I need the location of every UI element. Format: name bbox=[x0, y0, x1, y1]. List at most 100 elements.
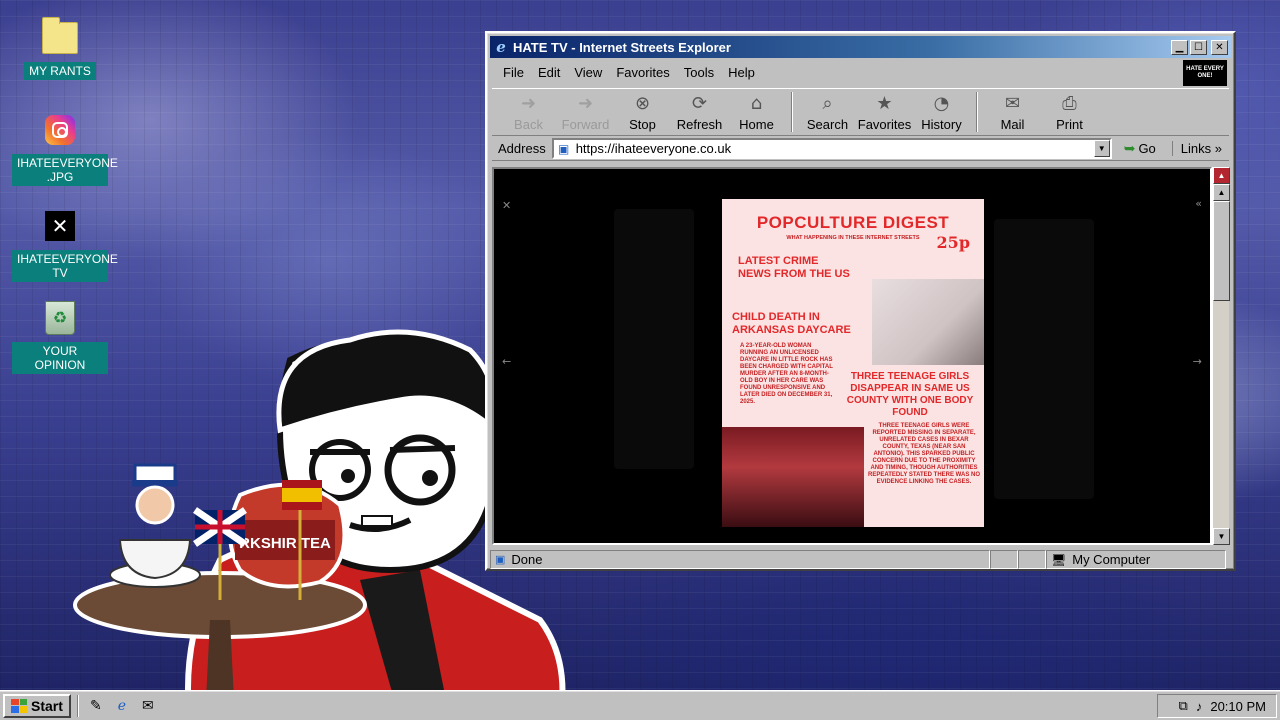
status-cell bbox=[990, 550, 1018, 569]
embedded-browser-strip bbox=[494, 169, 1210, 193]
show-desktop-icon[interactable]: ✎ bbox=[85, 695, 107, 717]
security-zone: My Computer bbox=[1072, 552, 1151, 567]
windows-logo-icon bbox=[11, 698, 27, 713]
article-daycare-text: A 23-YEAR-OLD WOMAN RUNNING AN UNLICENSE… bbox=[740, 343, 833, 405]
close-button[interactable]: ✕ bbox=[1211, 39, 1228, 55]
address-input[interactable]: ▣ https://ihateeveryone.co.uk ▼ bbox=[551, 138, 1112, 159]
refresh-label: Refresh bbox=[676, 117, 723, 132]
search-button[interactable]: ⌕ Search bbox=[799, 92, 856, 133]
brand-logo: HATE EVERY ONE! bbox=[1183, 60, 1227, 86]
favorites-folder-icon: ★ bbox=[876, 92, 893, 114]
back-button[interactable]: ➜ Back bbox=[500, 92, 557, 133]
security-zone-cell: 🖥 My Computer bbox=[1046, 550, 1226, 569]
browser-window: e HATE TV - Internet Streets Explorer ▁ … bbox=[485, 31, 1236, 571]
forward-arrow-icon: ➜ bbox=[577, 92, 594, 114]
previous-arrow-icon[interactable]: ← bbox=[502, 355, 511, 368]
volume-icon[interactable]: ♪ bbox=[1196, 699, 1203, 714]
stop-icon: ⊗ bbox=[634, 92, 651, 114]
address-dropdown-button[interactable]: ▼ bbox=[1093, 140, 1110, 157]
desktop-icon-ihateeveryone-jpg[interactable]: IHATEEVERYONE .JPG bbox=[12, 112, 118, 186]
headline-crime-news: LATEST CRIME NEWS FROM THE US bbox=[738, 255, 850, 280]
print-button[interactable]: ⎙ Print bbox=[1041, 92, 1098, 133]
outlook-icon[interactable]: ✉ bbox=[137, 695, 159, 717]
menu-file[interactable]: File bbox=[496, 65, 531, 80]
dimmed-sidebar bbox=[614, 209, 694, 469]
status-text: Done bbox=[511, 552, 543, 567]
collapse-icon[interactable]: « bbox=[1195, 197, 1202, 210]
computer-icon: 🖥 bbox=[1051, 552, 1067, 567]
page-viewport: ✕ ← → « POPCULTURE DIGEST WHAT HAPPENING… bbox=[492, 167, 1212, 545]
status-text-cell: ▣ Done bbox=[490, 550, 990, 569]
mail-label: Mail bbox=[1000, 117, 1025, 132]
menu-help[interactable]: Help bbox=[721, 65, 762, 80]
desktop-icon-my-rants[interactable]: MY RANTS bbox=[12, 17, 108, 80]
page-icon: ▣ bbox=[558, 141, 570, 156]
favorites-label: Favorites bbox=[857, 117, 912, 132]
quicklaunch-divider bbox=[76, 694, 79, 717]
status-bar: ▣ Done 🖥 My Computer bbox=[490, 549, 1231, 570]
group-photo bbox=[722, 427, 864, 527]
go-button[interactable]: ➥ Go bbox=[1124, 141, 1156, 157]
next-arrow-icon[interactable]: → bbox=[1193, 355, 1202, 368]
menu-bar: File Edit View Favorites Tools Help HATE… bbox=[492, 60, 1229, 86]
x-icon: ✕ bbox=[42, 208, 78, 244]
desktop-icon-ihateeveryone-tv[interactable]: ✕ IHATEEVERYONE TV bbox=[12, 208, 118, 282]
address-bar: Address ▣ https://ihateeveryone.co.uk ▼ … bbox=[492, 137, 1229, 161]
home-label: Home bbox=[739, 117, 774, 132]
mail-icon: ✉ bbox=[1004, 92, 1021, 114]
internet-explorer-icon[interactable]: e bbox=[111, 695, 133, 717]
mail-button[interactable]: ✉ Mail bbox=[984, 92, 1041, 133]
start-button[interactable]: Start bbox=[3, 693, 71, 718]
desktop-icon-label: IHATEEVERYONE .JPG bbox=[12, 154, 118, 186]
article-teenage-girls-text: THREE TEENAGE GIRLS WERE REPORTED MISSIN… bbox=[868, 423, 981, 485]
toolbar-divider bbox=[791, 92, 793, 132]
toolbar-divider bbox=[976, 92, 978, 132]
dimmed-panel bbox=[994, 219, 1094, 499]
history-button[interactable]: ◔ History bbox=[913, 92, 970, 133]
menu-edit[interactable]: Edit bbox=[531, 65, 567, 80]
favorites-button[interactable]: ★ Favorites bbox=[856, 92, 913, 133]
chevron-right-icon: » bbox=[1214, 141, 1222, 156]
folder-icon bbox=[42, 17, 78, 56]
system-tray: ⧉ ♪ 20:10 PM bbox=[1157, 694, 1277, 718]
close-viewer-icon[interactable]: ✕ bbox=[502, 199, 511, 212]
scroll-down-button[interactable]: ▼ bbox=[1213, 528, 1230, 545]
refresh-button[interactable]: ⟳ Refresh bbox=[671, 92, 728, 133]
magazine-price: 25p bbox=[936, 233, 970, 252]
headline-teenage-girls: THREE TEENAGE GIRLS DISAPPEAR IN SAME US… bbox=[846, 371, 974, 418]
go-arrow-icon: ➥ bbox=[1123, 140, 1136, 157]
start-label: Start bbox=[31, 697, 63, 714]
scroll-thumb[interactable] bbox=[1213, 201, 1230, 301]
maximize-button[interactable]: ☐ bbox=[1190, 39, 1207, 55]
vertical-scrollbar[interactable]: ▲ ▲ ▼ bbox=[1212, 167, 1230, 545]
stop-button[interactable]: ⊗ Stop bbox=[614, 92, 671, 133]
history-label: History bbox=[921, 117, 962, 132]
title-bar[interactable]: e HATE TV - Internet Streets Explorer ▁ … bbox=[490, 36, 1231, 58]
tea-brand-label: RKSHIR TEA bbox=[239, 535, 331, 552]
stop-label: Stop bbox=[629, 117, 656, 132]
printer-icon: ⎙ bbox=[1062, 92, 1077, 114]
scroll-up-arrow[interactable]: ▲ bbox=[1213, 184, 1230, 201]
standard-toolbar: ➜ Back ➜ Forward ⊗ Stop ⟳ Refresh ⌂ Home… bbox=[492, 88, 1229, 136]
history-icon: ◔ bbox=[933, 92, 950, 114]
search-label: Search bbox=[806, 117, 849, 132]
forward-button[interactable]: ➜ Forward bbox=[557, 92, 614, 133]
clock: 20:10 PM bbox=[1210, 698, 1266, 714]
links-button[interactable]: Links » bbox=[1171, 141, 1222, 156]
status-cell bbox=[1018, 550, 1046, 569]
network-icon[interactable]: ⧉ bbox=[1179, 698, 1188, 714]
window-title: HATE TV - Internet Streets Explorer bbox=[513, 39, 731, 55]
girl-photo bbox=[872, 279, 984, 365]
internet-explorer-icon: e bbox=[496, 38, 506, 56]
menu-favorites[interactable]: Favorites bbox=[609, 65, 676, 80]
desktop-icon-label: IHATEEVERYONE TV bbox=[12, 250, 118, 282]
print-label: Print bbox=[1056, 117, 1083, 132]
headline-daycare: CHILD DEATH IN ARKANSAS DAYCARE bbox=[732, 311, 851, 336]
minimize-button[interactable]: ▁ bbox=[1171, 39, 1188, 55]
refresh-icon: ⟳ bbox=[691, 92, 708, 114]
home-button[interactable]: ⌂ Home bbox=[728, 92, 785, 133]
menu-tools[interactable]: Tools bbox=[677, 65, 721, 80]
instagram-icon bbox=[42, 112, 78, 148]
scroll-up-button[interactable]: ▲ bbox=[1213, 167, 1230, 184]
menu-view[interactable]: View bbox=[567, 65, 609, 80]
